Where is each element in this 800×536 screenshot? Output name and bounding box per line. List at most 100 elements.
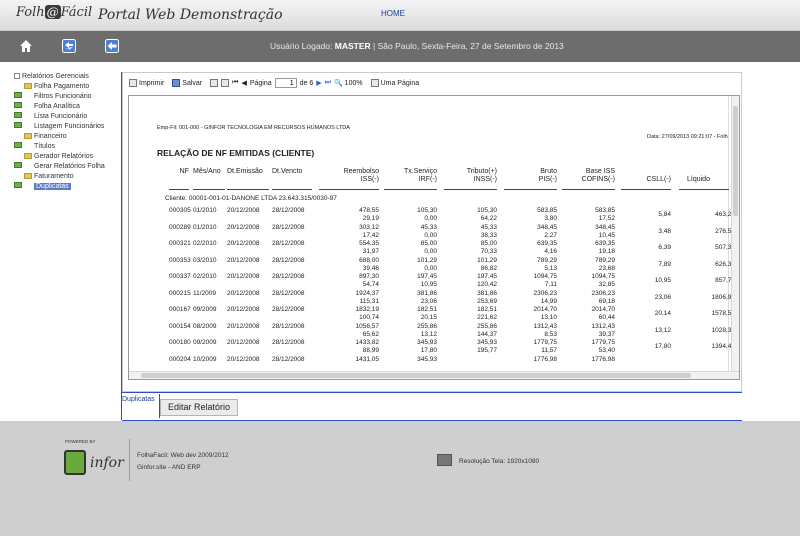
company-header: Emp-Fil: 001-000 - GINFOR TECNOLOGIA EM …	[157, 125, 350, 131]
cell-tributo: 85,00	[480, 240, 497, 247]
cell-mes: 01/2010	[193, 207, 217, 214]
page-count: de 6	[299, 79, 314, 87]
cell-reembolso: 1924,37	[355, 289, 380, 297]
cell-iss: 100,74	[359, 314, 379, 321]
cell-liquido: 626,31	[715, 260, 735, 268]
cell-liquido: 463,28	[715, 211, 735, 218]
folhafacil-logo[interactable]: Folh @ Fácil	[16, 5, 92, 20]
status-date: | São Paulo, Sexta-Feira, 27 de Setembro…	[373, 41, 564, 51]
underline	[272, 189, 312, 190]
cell-cofins: 60,44	[598, 314, 615, 321]
vertical-scrollbar[interactable]	[731, 96, 739, 371]
tree-item[interactable]: Financeiro	[14, 132, 122, 142]
scroll-thumb[interactable]	[141, 373, 691, 378]
home-icon[interactable]	[19, 39, 33, 53]
tab-duplicatas[interactable]: Duplicatas	[122, 396, 155, 403]
tree-item[interactable]: Gerar Relatórios Folha	[14, 162, 122, 172]
scroll-thumb[interactable]	[733, 106, 738, 216]
page-number-input[interactable]	[274, 78, 297, 88]
underline	[384, 189, 437, 190]
login-status: Usuário Logado: MASTER | São Paulo, Sext…	[270, 41, 564, 51]
cell-liquido: 276,50	[715, 227, 735, 235]
cell-reembolso: 1433,82	[355, 339, 380, 346]
footer-line-1: FolhaFacil: Web dev 2009/2012	[137, 452, 229, 459]
ginfor-brand: infor	[90, 455, 124, 471]
one-page-button[interactable]: Uma Página	[370, 79, 419, 87]
cell-mes: 08/2009	[193, 322, 217, 330]
back-arrow-icon[interactable]	[105, 39, 119, 53]
table-row: 000215 11/2009 20/12/2008 28/12/2008 1924,37…	[129, 289, 735, 307]
cell-iss: 31,97	[362, 248, 379, 255]
prev-page-icon[interactable]: ◀	[241, 79, 246, 87]
tree-item[interactable]: Gerador Relatórios	[14, 152, 122, 162]
tree-item[interactable]: Títulos	[14, 142, 122, 152]
table-row: 000305 01/2010 20/12/2008 28/12/2008 478,55 2…	[129, 207, 735, 224]
tree-item[interactable]: Relatórios Gerenciais	[14, 72, 122, 82]
cell-tributo: 101,29	[477, 256, 497, 264]
cell-bruto: 2306,23	[533, 289, 558, 297]
col-csll: CSLL(-)	[646, 176, 671, 183]
cell-inss: 64,22	[480, 215, 497, 222]
refresh-icon[interactable]	[62, 39, 76, 53]
tree-item[interactable]: Duplicatas	[14, 182, 122, 192]
cell-irf: 20,15	[420, 314, 437, 321]
cell-inss: 120,42	[477, 281, 497, 288]
cell-iss: 54,74	[362, 281, 379, 288]
tree-item[interactable]: Folha Pagamento	[14, 82, 122, 92]
tree-item[interactable]: Listagem Funcionários	[14, 122, 122, 132]
cell-nf: 000167	[169, 306, 191, 313]
zoom-button[interactable]: 🔍 100%	[334, 79, 363, 88]
tree-item-label: Lista Funcionário	[34, 113, 88, 120]
edit-report-button[interactable]: Editar Relatório	[160, 399, 238, 416]
cell-pis: 4,16	[544, 248, 557, 255]
cell-pis: 7,11	[544, 281, 557, 288]
clipboard-icon[interactable]	[221, 79, 230, 87]
print-label: Imprimir	[139, 79, 165, 87]
doc-icon	[14, 92, 22, 98]
logged-label: Usuário Logado:	[270, 41, 333, 51]
portal-title: Portal Web Demonstração	[98, 7, 283, 23]
col-bruto-1: Bruto	[540, 168, 557, 175]
home-link[interactable]: HOME	[381, 9, 405, 18]
last-page-icon[interactable]: ⏭	[325, 79, 331, 87]
tree-item[interactable]: Lista Funcionário	[14, 112, 122, 122]
report-page: Emp-Fil: 001-000 - GINFOR TECNOLOGIA EM …	[129, 96, 735, 371]
cell-irf: 17,80	[420, 347, 437, 354]
cell-liquido: 1028,30	[711, 326, 736, 334]
next-page-icon[interactable]: ▶	[316, 79, 321, 87]
cell-iss: 17,42	[362, 231, 379, 239]
first-page-icon[interactable]: ⏮	[232, 79, 238, 87]
cell-nf: 000154	[169, 322, 191, 330]
tree-item[interactable]: Folha Analítica	[14, 102, 122, 112]
copy-icon[interactable]	[210, 79, 219, 87]
col-bruto: Bruto PIS(-)	[507, 168, 557, 184]
cell-csll: 5,84	[658, 211, 671, 218]
cell-cofins: 32,85	[598, 281, 615, 288]
cell-inss: 253,69	[477, 297, 497, 305]
cell-emissao: 20/12/2008	[227, 322, 260, 330]
underline	[621, 189, 671, 190]
table-row: 000321 02/2010 20/12/2008 28/12/2008 554,35 3…	[129, 240, 735, 257]
client-line: Cliente: 00001-001-01-DANONE LTDA 23.643…	[165, 195, 337, 202]
floppy-icon	[172, 79, 181, 87]
footer-info: FolhaFacil: Web dev 2009/2012 Ginfor.sit…	[137, 450, 229, 474]
cell-bruto: 583,85	[537, 207, 557, 214]
folder-icon	[24, 133, 32, 139]
cell-nf: 000353	[169, 256, 191, 264]
cell-bruto: 639,35	[537, 240, 557, 247]
cell-cofins: 10,45	[598, 231, 615, 239]
tree-item-label: Gerador Relatórios	[34, 153, 94, 160]
tree-item[interactable]: Faturamento	[14, 172, 122, 182]
tree-item[interactable]: Filtros Funcionário	[14, 92, 122, 102]
tree-item-label: Listagem Funcionários	[34, 123, 105, 130]
horizontal-scrollbar[interactable]	[129, 371, 739, 379]
save-button[interactable]: Salvar	[172, 79, 202, 87]
cell-mes: 09/2009	[193, 306, 217, 313]
underline	[679, 189, 729, 190]
col-tributo: Tributo(+) INSS(-)	[447, 168, 497, 184]
cell-tx: 45,33	[420, 223, 437, 231]
print-button[interactable]: Imprimir	[129, 79, 164, 87]
cell-vencto: 28/12/2008	[272, 355, 305, 363]
report-viewer[interactable]: Emp-Fil: 001-000 - GINFOR TECNOLOGIA EM …	[128, 95, 740, 380]
col-tributo-2: INSS(-)	[473, 176, 497, 183]
